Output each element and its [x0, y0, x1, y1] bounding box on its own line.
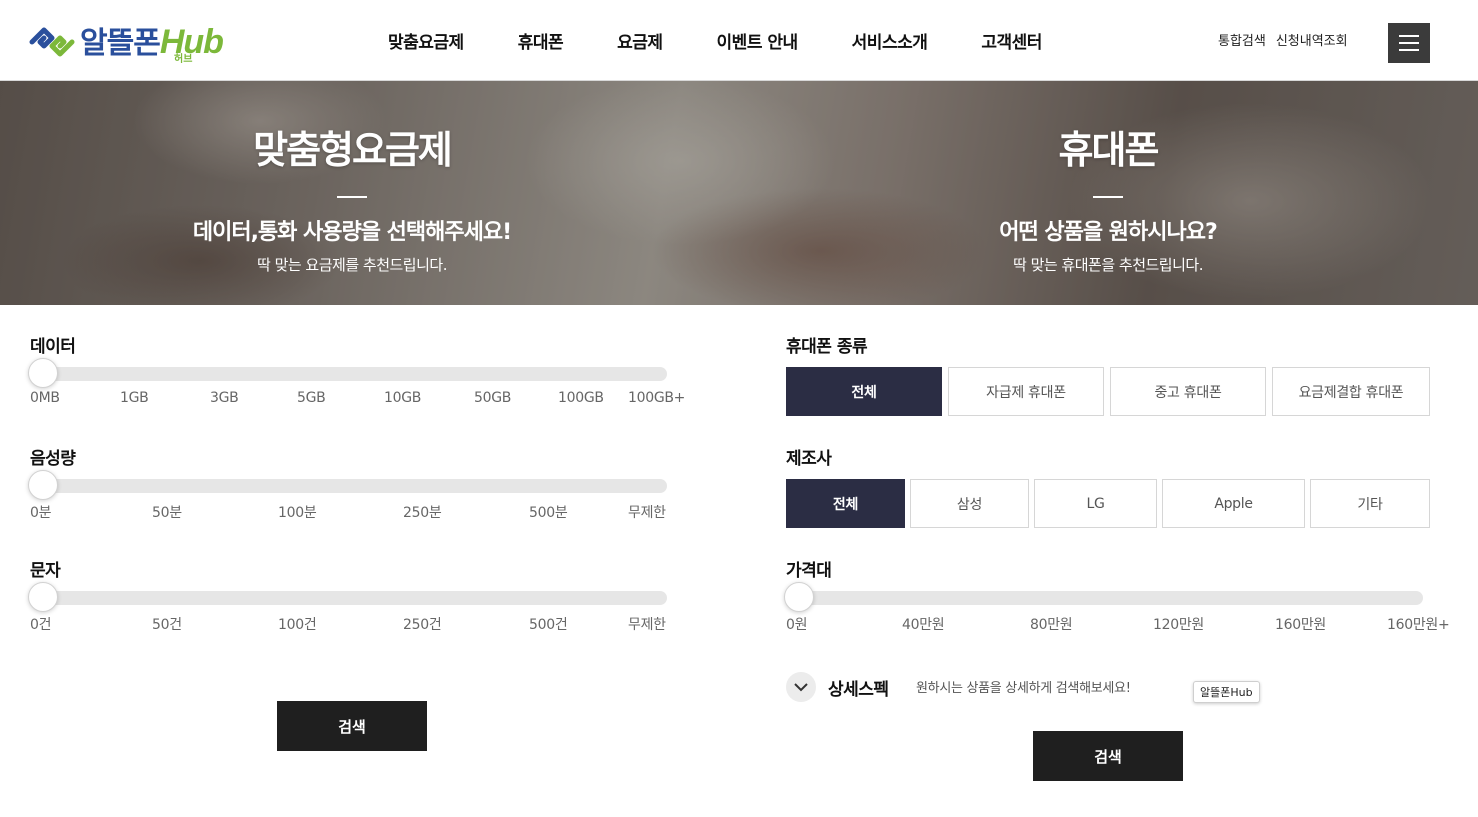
phone-type-unlocked[interactable]: 자급제 휴대폰 — [948, 367, 1104, 416]
banner-divider — [337, 196, 367, 198]
utility-links: 통합검색 신청내역조회 — [1218, 30, 1348, 49]
logo-wordmark: 알뜰폰Hub — [80, 23, 224, 61]
maker-lg[interactable]: LG — [1034, 479, 1157, 528]
maker-apple[interactable]: Apple — [1162, 479, 1305, 528]
banner-plan-title: 맞춤형요금제 — [253, 128, 453, 172]
banner-plan-desc: 딱 맞는 요금제를 추천드립니다. — [257, 256, 447, 274]
phone-type-label: 휴대폰 종류 — [786, 337, 868, 357]
price-tick: 80만원 — [1030, 617, 1073, 633]
hero-banner: 맞춤형요금제 데이터,통화 사용량을 선택해주세요! 딱 맞는 요금제를 추천드… — [0, 81, 1478, 305]
detail-spec-title[interactable]: 상세스펙 — [828, 675, 889, 700]
phone-type-options: 전체 자급제 휴대폰 중고 휴대폰 요금제결합 휴대폰 — [786, 367, 1430, 416]
integrated-search-link[interactable]: 통합검색 — [1218, 30, 1266, 49]
voice-label: 음성량 — [30, 449, 76, 469]
price-tick: 160만원 — [1275, 617, 1326, 633]
nav-item-customer-center[interactable]: 고객센터 — [981, 28, 1042, 53]
main-nav: 맞춤요금제 휴대폰 요금제 이벤트 안내 서비스소개 고객센터 — [388, 28, 1042, 53]
data-tick: 1GB — [120, 390, 149, 406]
data-tick: 50GB — [474, 390, 512, 406]
voice-tick: 무제한 — [628, 505, 666, 521]
voice-tick: 250분 — [403, 505, 442, 521]
phone-search-button[interactable]: 검색 — [1033, 731, 1183, 781]
sms-label: 문자 — [30, 561, 61, 581]
hamburger-icon — [1399, 35, 1419, 37]
maker-all[interactable]: 전체 — [786, 479, 905, 528]
maker-options: 전체 삼성 LG Apple 기타 — [786, 479, 1430, 528]
sms-tick: 50건 — [152, 617, 182, 633]
tooltip: 알뜰폰Hub — [1193, 681, 1260, 703]
banner-phone: 휴대폰 어떤 상품을 원하시나요? 딱 맞는 휴대폰을 추천드립니다. — [858, 81, 1358, 275]
data-tick: 3GB — [210, 390, 239, 406]
site-header: 알뜰폰Hub 허브 맞춤요금제 휴대폰 요금제 이벤트 안내 서비스소개 고객센… — [0, 0, 1478, 81]
chevron-down-icon — [794, 682, 808, 691]
nav-item-custom-plan[interactable]: 맞춤요금제 — [388, 28, 464, 53]
voice-tick: 500분 — [529, 505, 568, 521]
plan-search-button[interactable]: 검색 — [277, 701, 427, 751]
detail-spec-toggle[interactable] — [786, 672, 816, 702]
maker-label: 제조사 — [786, 449, 832, 469]
detail-spec-desc: 원하시는 상품을 상세하게 검색해보세요! — [916, 681, 1131, 696]
sms-tick: 100건 — [278, 617, 317, 633]
logo-subtext: 허브 — [174, 54, 193, 65]
nav-item-plan[interactable]: 요금제 — [617, 28, 663, 53]
nav-item-event[interactable]: 이벤트 안내 — [717, 28, 799, 53]
banner-plan-subtitle: 데이터,통화 사용량을 선택해주세요! — [192, 220, 512, 245]
data-label: 데이터 — [30, 337, 76, 357]
maker-etc[interactable]: 기타 — [1310, 479, 1430, 528]
price-tick: 0원 — [786, 617, 808, 633]
banner-phone-title: 휴대폰 — [1058, 128, 1160, 172]
data-tick: 10GB — [384, 390, 422, 406]
sms-tick: 250건 — [403, 617, 442, 633]
maker-samsung[interactable]: 삼성 — [910, 479, 1029, 528]
data-slider-track[interactable] — [30, 367, 667, 381]
price-tick: 40만원 — [902, 617, 945, 633]
sms-tick: 500건 — [529, 617, 568, 633]
banner-plan: 맞춤형요금제 데이터,통화 사용량을 선택해주세요! 딱 맞는 요금제를 추천드… — [102, 81, 602, 275]
voice-slider-thumb[interactable] — [28, 470, 58, 500]
price-slider-thumb[interactable] — [784, 582, 814, 612]
voice-tick: 100분 — [278, 505, 317, 521]
phone-type-used[interactable]: 중고 휴대폰 — [1110, 367, 1266, 416]
banner-phone-desc: 딱 맞는 휴대폰을 추천드립니다. — [1013, 256, 1203, 274]
logo-mark-icon — [28, 25, 76, 59]
phone-type-all[interactable]: 전체 — [786, 367, 942, 416]
data-tick: 100GB+ — [628, 390, 686, 406]
sms-tick: 0건 — [30, 617, 52, 633]
price-label: 가격대 — [786, 561, 832, 581]
sms-slider-thumb[interactable] — [28, 582, 58, 612]
data-tick: 0MB — [30, 390, 60, 406]
banner-divider — [1093, 196, 1123, 198]
site-logo[interactable]: 알뜰폰Hub 허브 — [28, 20, 224, 65]
data-tick: 5GB — [297, 390, 326, 406]
data-slider-thumb[interactable] — [28, 358, 58, 388]
phone-type-bundled[interactable]: 요금제결합 휴대폰 — [1272, 367, 1430, 416]
banner-phone-subtitle: 어떤 상품을 원하시나요? — [999, 220, 1217, 245]
price-slider-track[interactable] — [786, 591, 1423, 605]
sms-slider-track[interactable] — [30, 591, 667, 605]
voice-tick: 0분 — [30, 505, 52, 521]
nav-item-service[interactable]: 서비스소개 — [852, 28, 928, 53]
order-history-link[interactable]: 신청내역조회 — [1276, 30, 1348, 49]
nav-item-phone[interactable]: 휴대폰 — [518, 28, 564, 53]
sms-tick: 무제한 — [628, 617, 666, 633]
data-tick: 100GB — [558, 390, 604, 406]
price-tick: 120만원 — [1153, 617, 1204, 633]
price-tick: 160만원+ — [1387, 617, 1450, 633]
hamburger-menu-button[interactable] — [1388, 23, 1430, 63]
voice-tick: 50분 — [152, 505, 182, 521]
voice-slider-track[interactable] — [30, 479, 667, 493]
